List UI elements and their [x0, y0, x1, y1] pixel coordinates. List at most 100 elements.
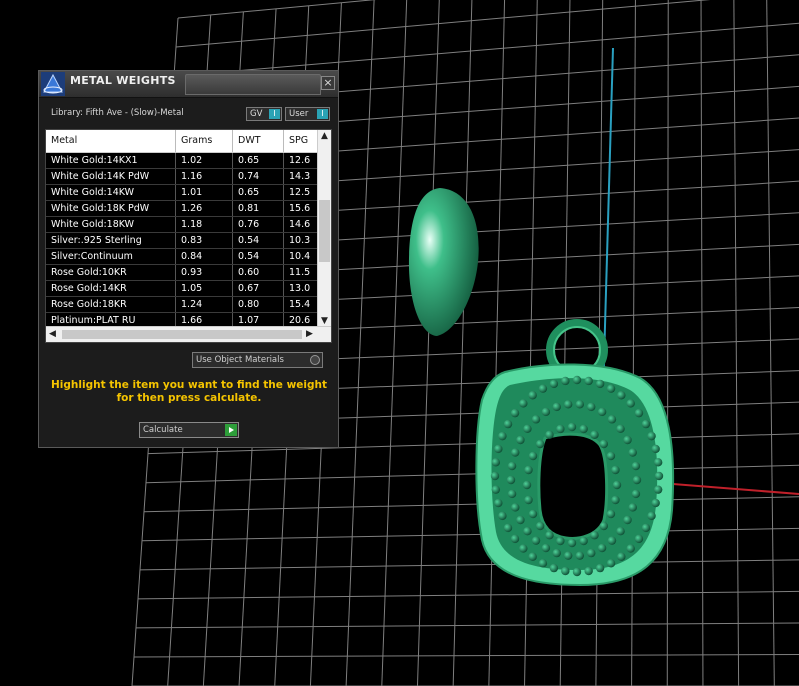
radio-icon[interactable] [310, 355, 320, 365]
grid-line [141, 527, 799, 542]
bead [507, 461, 517, 471]
title-tab [185, 74, 321, 95]
table-row[interactable]: White Gold:18KW 1.18 0.76 14.6 [46, 217, 324, 233]
grid-line [381, 0, 408, 686]
bead [516, 515, 525, 525]
table-row[interactable]: Silver:.925 Sterling 0.83 0.54 10.3 [46, 233, 324, 249]
bead [616, 527, 625, 536]
bead [494, 444, 503, 454]
instruction-text: Highlight the item you want to find the … [51, 379, 327, 404]
grid-line [488, 0, 506, 686]
bead [628, 448, 637, 457]
table-row[interactable]: Rose Gold:18KR 1.24 0.80 15.4 [46, 297, 324, 313]
table-row[interactable]: White Gold:14K PdW 1.16 0.74 14.3 [46, 169, 324, 185]
bead [503, 523, 513, 533]
table-row[interactable]: Silver:Continuum 0.84 0.54 10.4 [46, 249, 324, 265]
bead [510, 534, 520, 544]
grid-line [137, 590, 799, 600]
cell-dwt: 0.67 [233, 281, 284, 296]
bead [563, 551, 573, 560]
bead [595, 379, 605, 389]
bead [647, 431, 656, 441]
table-header: Metal Grams DWT SPG [46, 130, 319, 153]
grid-line [145, 464, 799, 484]
bead [498, 511, 507, 521]
bead [538, 384, 548, 393]
grid-line [524, 0, 538, 686]
gv-toggle-label: GV [250, 109, 263, 119]
use-object-materials-label: Use Object Materials [196, 355, 284, 365]
horizontal-scrollbar[interactable]: ◀ ▶ [46, 326, 331, 342]
bead [552, 548, 561, 558]
bead [616, 424, 625, 433]
bead [632, 475, 642, 485]
grid-line [631, 0, 636, 686]
teardrop-model[interactable] [408, 188, 479, 336]
cell-metal: White Gold:14KX1 [46, 153, 176, 168]
column-header-grams[interactable]: Grams [176, 130, 233, 152]
calculate-button[interactable]: Calculate [139, 422, 239, 438]
bead [587, 548, 596, 558]
calculate-label: Calculate [143, 425, 183, 435]
panel-titlebar[interactable]: METAL WEIGHTS × [39, 71, 338, 98]
bead [584, 376, 593, 386]
bead [595, 563, 605, 573]
bead [653, 485, 663, 494]
cell-dwt: 0.65 [233, 153, 284, 168]
bead [612, 480, 622, 490]
use-object-materials-option[interactable]: Use Object Materials [192, 352, 323, 368]
cell-metal: Rose Gold:18KR [46, 297, 176, 312]
scroll-up-arrow-icon[interactable]: ▲ [318, 130, 331, 143]
bead [541, 407, 551, 417]
close-button[interactable]: × [321, 76, 335, 90]
table-row[interactable]: White Gold:14KX1 1.02 0.65 12.6 [46, 153, 324, 169]
bead [599, 521, 609, 531]
metal-table: Metal Grams DWT SPG White Gold:14KX1 1.02… [45, 129, 332, 343]
cell-grams: 1.26 [176, 201, 233, 216]
cell-dwt: 0.80 [233, 297, 284, 312]
cell-dwt: 0.81 [233, 201, 284, 216]
bead [597, 407, 607, 417]
grid-line [452, 0, 473, 686]
gv-toggle[interactable]: GV I [246, 107, 282, 121]
bead [538, 559, 548, 568]
vertical-scroll-thumb[interactable] [319, 200, 330, 262]
table-rows: White Gold:14KX1 1.02 0.65 12.6 White Gold:… [46, 153, 324, 329]
bead [606, 509, 616, 519]
bead [579, 536, 588, 546]
horizontal-scroll-thumb[interactable] [62, 330, 302, 339]
grid-line [135, 622, 799, 629]
cell-grams: 0.93 [176, 265, 233, 280]
user-toggle[interactable]: User I [285, 107, 330, 121]
bead [528, 391, 537, 400]
grid-line [177, 0, 377, 19]
table-row[interactable]: White Gold:18K PdW 1.26 0.81 15.6 [46, 201, 324, 217]
bead [545, 430, 554, 439]
column-header-dwt[interactable]: DWT [233, 130, 284, 152]
bead [535, 521, 545, 531]
bead [531, 415, 541, 424]
cell-metal: White Gold:14KW [46, 185, 176, 200]
bead [606, 451, 616, 461]
scroll-left-arrow-icon[interactable]: ◀ [46, 327, 59, 342]
grid-line [345, 0, 375, 686]
bead [561, 376, 570, 386]
cell-metal: White Gold:18K PdW [46, 201, 176, 216]
table-row[interactable]: White Gold:14KW 1.01 0.65 12.5 [46, 185, 324, 201]
cell-dwt: 0.60 [233, 265, 284, 280]
cell-metal: Silver:.925 Sterling [46, 233, 176, 248]
scroll-right-arrow-icon[interactable]: ▶ [303, 327, 316, 342]
bead [567, 422, 577, 432]
column-header-metal[interactable]: Metal [46, 130, 176, 152]
pendant-model[interactable] [475, 319, 675, 587]
bead [587, 402, 596, 412]
cell-grams: 1.01 [176, 185, 233, 200]
bead [623, 435, 632, 445]
bead [545, 531, 554, 540]
table-row[interactable]: Rose Gold:10KR 0.93 0.60 11.5 [46, 265, 324, 281]
bead [651, 444, 660, 454]
grid-line [143, 496, 799, 513]
grid-line [133, 653, 799, 658]
table-row[interactable]: Rose Gold:14KR 1.05 0.67 13.0 [46, 281, 324, 297]
vertical-scrollbar[interactable]: ▲ ▼ [317, 130, 331, 328]
